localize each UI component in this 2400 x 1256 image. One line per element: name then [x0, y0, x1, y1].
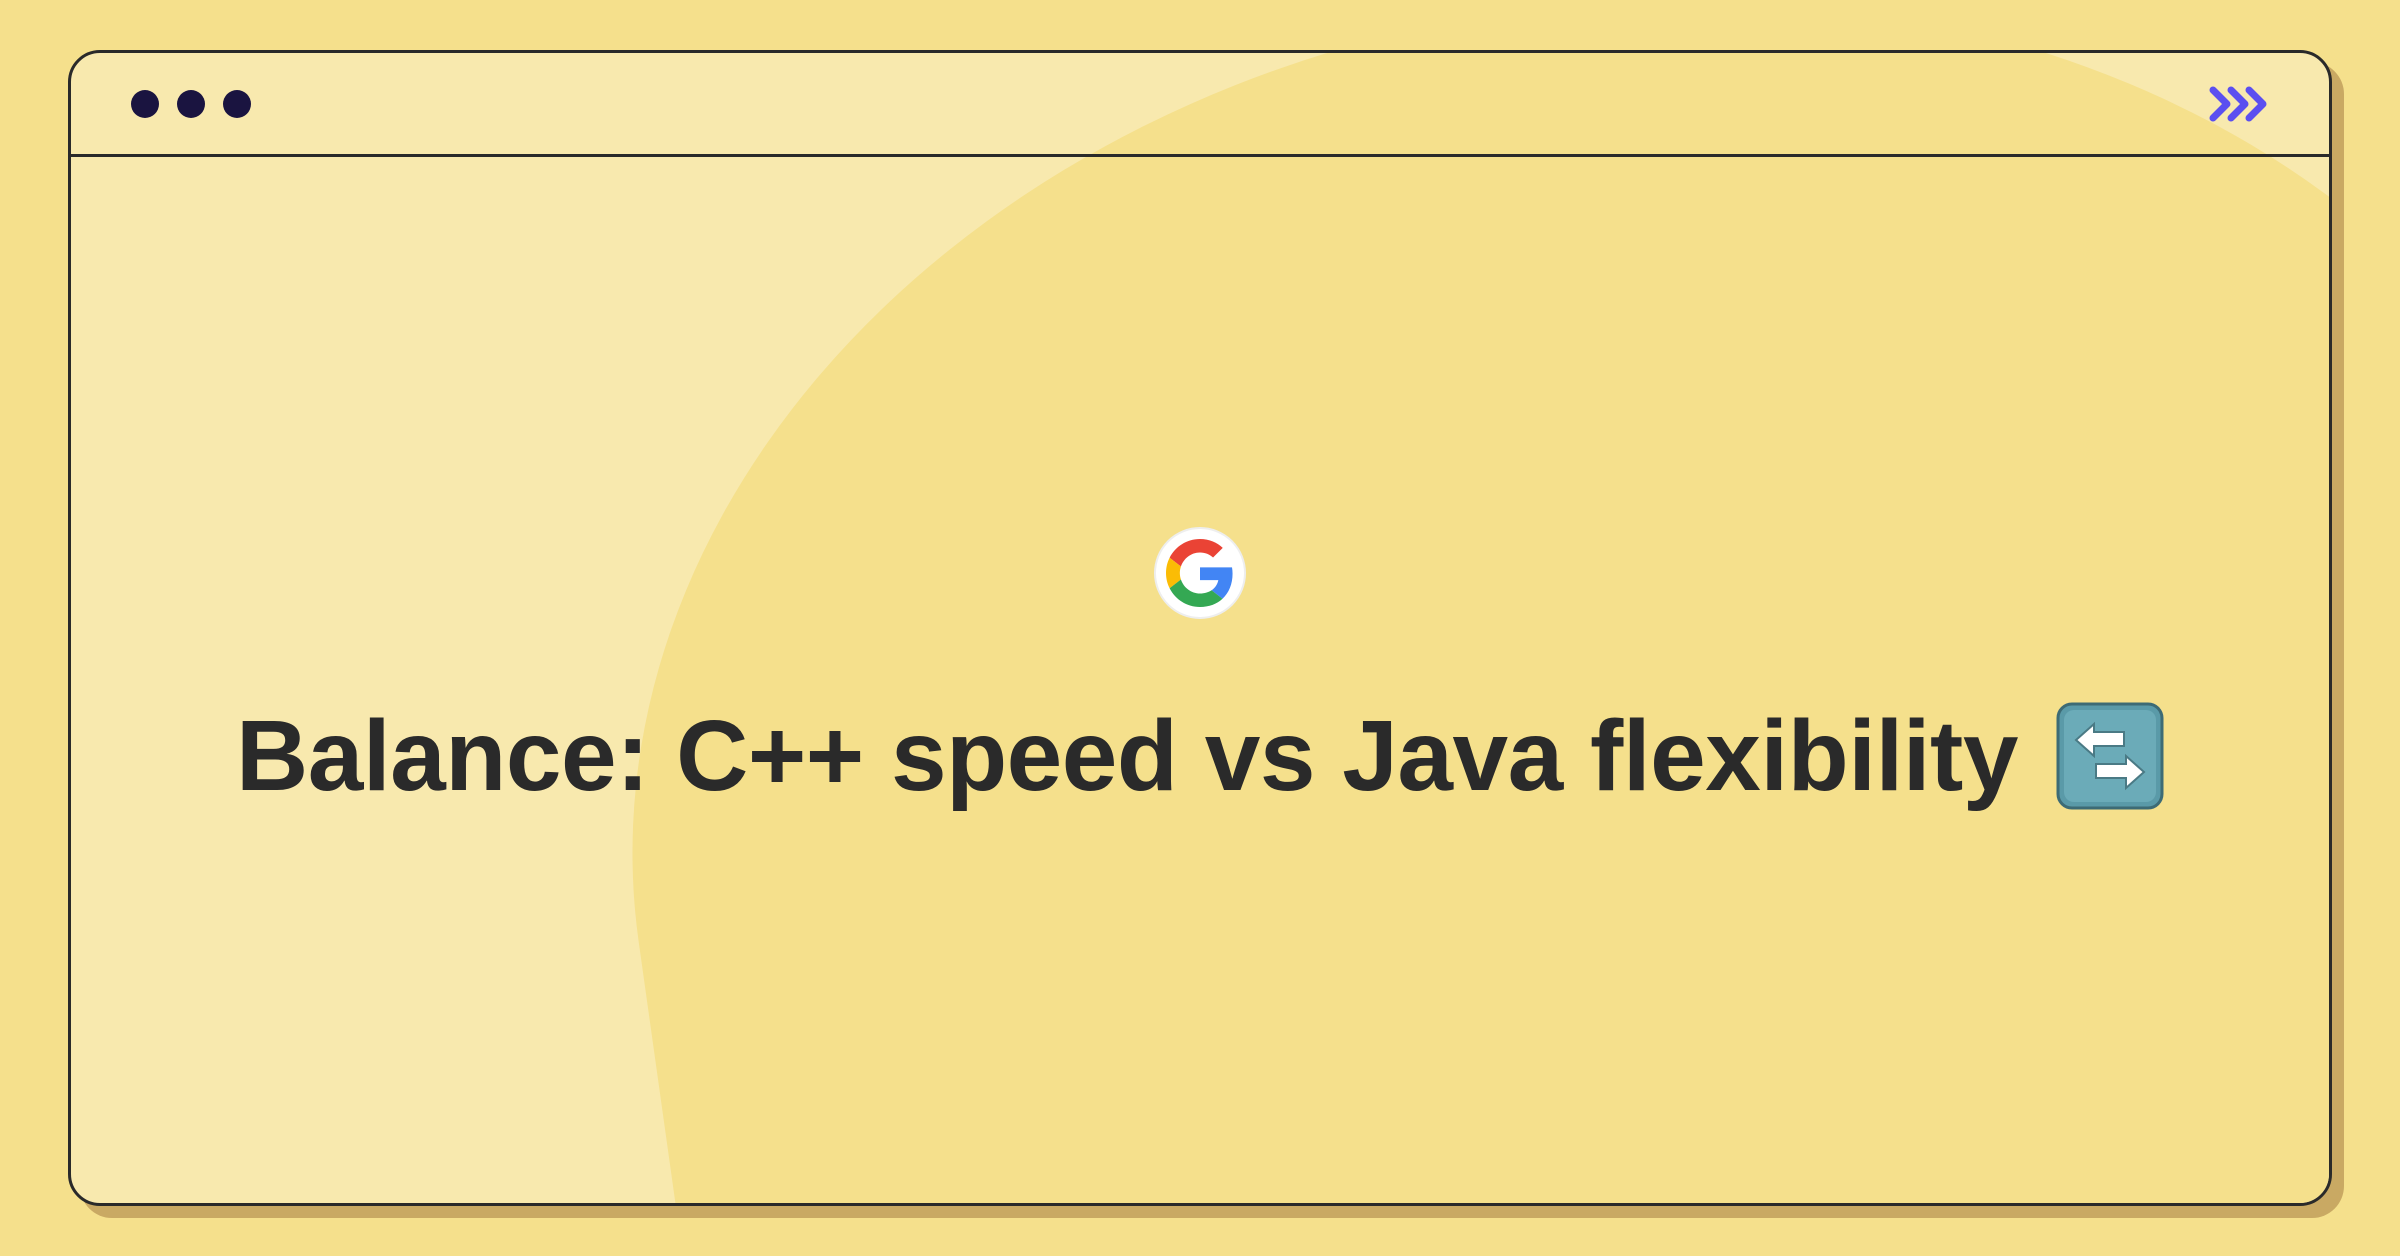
google-logo — [1154, 527, 1246, 619]
titlebar — [71, 53, 2329, 157]
traffic-lights — [131, 90, 251, 118]
swap-arrows-icon — [2056, 702, 2164, 810]
traffic-dot — [131, 90, 159, 118]
content-area: Balance: C++ speed vs Java flexibility — [71, 157, 2329, 1203]
traffic-dot — [177, 90, 205, 118]
browser-card: Balance: C++ speed vs Java flexibility — [68, 50, 2332, 1206]
headline: Balance: C++ speed vs Java flexibility — [236, 679, 2164, 834]
chevrons-right-icon — [2209, 84, 2269, 124]
traffic-dot — [223, 90, 251, 118]
headline-text: Balance: C++ speed vs Java flexibility — [236, 679, 2018, 834]
card-wrapper: Balance: C++ speed vs Java flexibility — [68, 50, 2332, 1206]
